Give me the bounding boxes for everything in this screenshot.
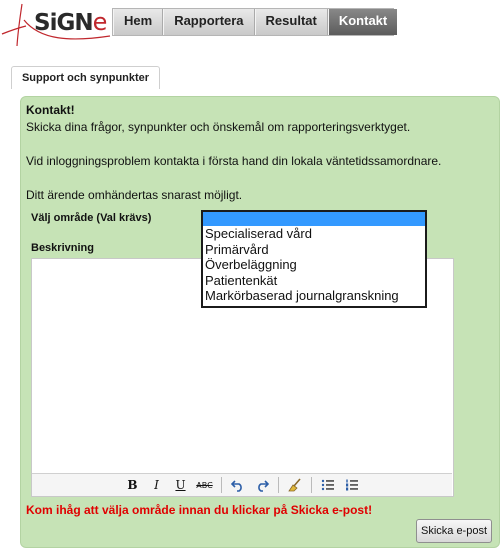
undo-button[interactable]: [227, 476, 249, 494]
tab-support[interactable]: Support och synpunkter: [11, 66, 160, 89]
description-label: Beskrivning: [31, 242, 94, 254]
broom-icon: [287, 478, 301, 492]
area-option-specialiserad-vard[interactable]: Specialiserad vård: [203, 226, 425, 242]
area-option-markorbaserad[interactable]: Markörbaserad journalgranskning: [203, 288, 425, 304]
logo-text: SiGN: [34, 10, 94, 36]
strikethrough-button[interactable]: ABC: [194, 476, 216, 494]
redo-button[interactable]: [251, 476, 273, 494]
top-bar: SiGNe Hem Rapportera Resultat Kontakt: [0, 0, 503, 48]
italic-button[interactable]: I: [146, 476, 168, 494]
area-option-primarvard[interactable]: Primärvård: [203, 242, 425, 258]
numbered-list-icon: [345, 479, 358, 491]
editor-toolbar: B I U ABC: [32, 473, 452, 496]
clean-format-button[interactable]: [284, 476, 306, 494]
logo-accent: e: [92, 8, 108, 36]
undo-icon: [230, 480, 242, 492]
area-label: Välj område (Val krävs): [31, 212, 152, 224]
bold-button[interactable]: B: [122, 476, 144, 494]
panel-line-2: Vid inloggningsproblem kontakta i första…: [26, 154, 442, 168]
underline-button[interactable]: U: [170, 476, 192, 494]
panel-line-1: Skicka dina frågor, synpunkter och önske…: [26, 120, 411, 134]
nav-item-kontakt[interactable]: Kontakt: [327, 9, 398, 35]
area-options-list: Specialiserad vård Primärvård Överbelägg…: [201, 226, 427, 308]
send-email-button[interactable]: Skicka e-post: [416, 519, 492, 543]
area-warning: Kom ihåg att välja område innan du klick…: [26, 503, 373, 517]
nav-item-resultat[interactable]: Resultat: [254, 9, 328, 35]
nav-item-hem[interactable]: Hem: [113, 9, 164, 35]
area-option-overbelaggning[interactable]: Överbeläggning: [203, 257, 425, 273]
area-option-patientenkat[interactable]: Patientenkät: [203, 273, 425, 289]
bullet-list-button[interactable]: [317, 476, 339, 494]
panel-line-3: Ditt ärende omhändertas snarast möjligt.: [26, 188, 243, 202]
nav-item-rapportera[interactable]: Rapportera: [163, 9, 255, 35]
redo-icon: [257, 480, 269, 492]
bullet-list-icon: [321, 479, 334, 491]
main-nav: Hem Rapportera Resultat Kontakt: [112, 8, 398, 36]
signe-logo[interactable]: SiGNe: [0, 0, 112, 48]
contact-info: Kontakt! Skicka dina frågor, synpunkter …: [26, 102, 486, 204]
numbered-list-button[interactable]: [341, 476, 363, 494]
panel-title: Kontakt!: [26, 103, 75, 117]
